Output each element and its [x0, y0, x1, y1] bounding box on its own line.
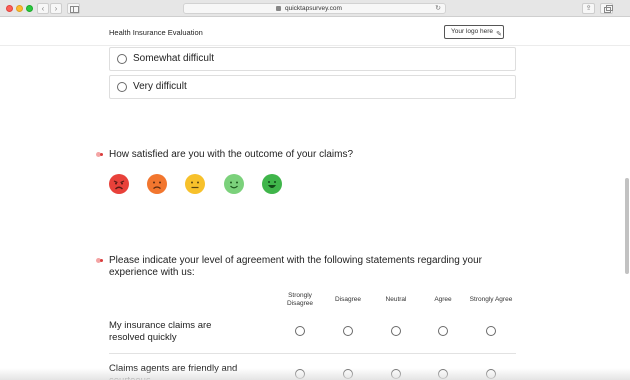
zoom-window-button[interactable] — [26, 5, 33, 12]
lock-icon — [276, 6, 281, 11]
column-header-line: Agree — [434, 296, 452, 303]
minimize-window-button[interactable] — [16, 5, 23, 12]
option-very-difficult[interactable]: Very difficult — [109, 75, 516, 99]
bottom-shadow — [0, 368, 630, 380]
question-marker-icon — [96, 152, 104, 157]
chevron-right-icon: › — [54, 4, 58, 13]
sidebar-toggle-button[interactable] — [67, 3, 80, 14]
tab-overview-button[interactable] — [600, 3, 613, 14]
very-dissatisfied-face-icon[interactable] — [109, 174, 129, 194]
radio-button[interactable] — [117, 82, 127, 92]
browser-toolbar: ‹ › quicktapsurvey.com ↻ ⇪ — [0, 0, 630, 17]
forward-button[interactable]: › — [50, 3, 62, 14]
radio-disagree[interactable] — [343, 326, 353, 336]
column-header-line: Neutral — [385, 296, 407, 303]
survey-title: Health Insurance Evaluation — [109, 28, 203, 37]
question-agreement-line-2: experience with us: — [109, 267, 195, 278]
column-header-line: Disagree — [286, 300, 313, 307]
row-divider — [109, 353, 516, 354]
close-window-button[interactable] — [6, 5, 13, 12]
column-header-line: Disagree — [334, 296, 361, 303]
matrix-row-label-line: My insurance claims are — [109, 320, 212, 331]
url-text: quicktapsurvey.com — [285, 5, 342, 12]
column-header-line: Strongly Agree — [469, 296, 513, 303]
very-satisfied-face-icon[interactable] — [262, 174, 282, 194]
option-somewhat-difficult[interactable]: Somewhat difficult — [109, 47, 516, 71]
option-label: Very difficult — [133, 81, 187, 92]
share-icon: ⇪ — [585, 5, 592, 12]
pencil-icon: ✎ — [496, 31, 502, 38]
satisfied-face-icon[interactable] — [224, 174, 244, 194]
back-button[interactable]: ‹ — [37, 3, 49, 14]
chevron-left-icon: ‹ — [41, 4, 45, 13]
radio-neutral[interactable] — [391, 326, 401, 336]
dissatisfied-face-icon[interactable] — [147, 174, 167, 194]
matrix-row-label-line: resolved quickly — [109, 332, 177, 343]
radio-strongly-disagree[interactable] — [295, 326, 305, 336]
question-satisfaction-text: How satisfied are you with the outcome o… — [109, 149, 353, 160]
vertical-scrollbar[interactable] — [625, 178, 629, 274]
address-bar[interactable]: quicktapsurvey.com ↻ — [183, 3, 446, 14]
radio-strongly-agree[interactable] — [486, 326, 496, 336]
column-header-strongly-agree: Strongly Agree — [461, 296, 521, 304]
survey-header: Health Insurance Evaluation Your logo he… — [0, 18, 630, 46]
matrix-row-label: My insurance claims are resolved quickly — [109, 320, 269, 344]
option-label: Somewhat difficult — [133, 53, 214, 64]
reload-icon[interactable]: ↻ — [435, 4, 441, 13]
logo-placeholder-text: Your logo here — [451, 28, 494, 35]
share-button[interactable]: ⇪ — [582, 3, 595, 14]
column-header-line: Strongly — [288, 292, 312, 299]
radio-agree[interactable] — [438, 326, 448, 336]
question-agreement-line-1: Please indicate your level of agreement … — [109, 255, 482, 266]
neutral-face-icon[interactable] — [185, 174, 205, 194]
question-marker-icon — [96, 258, 104, 263]
radio-button[interactable] — [117, 54, 127, 64]
question-agreement-text: Please indicate your level of agreement … — [109, 255, 482, 279]
logo-placeholder[interactable]: Your logo here ✎ — [444, 25, 504, 39]
